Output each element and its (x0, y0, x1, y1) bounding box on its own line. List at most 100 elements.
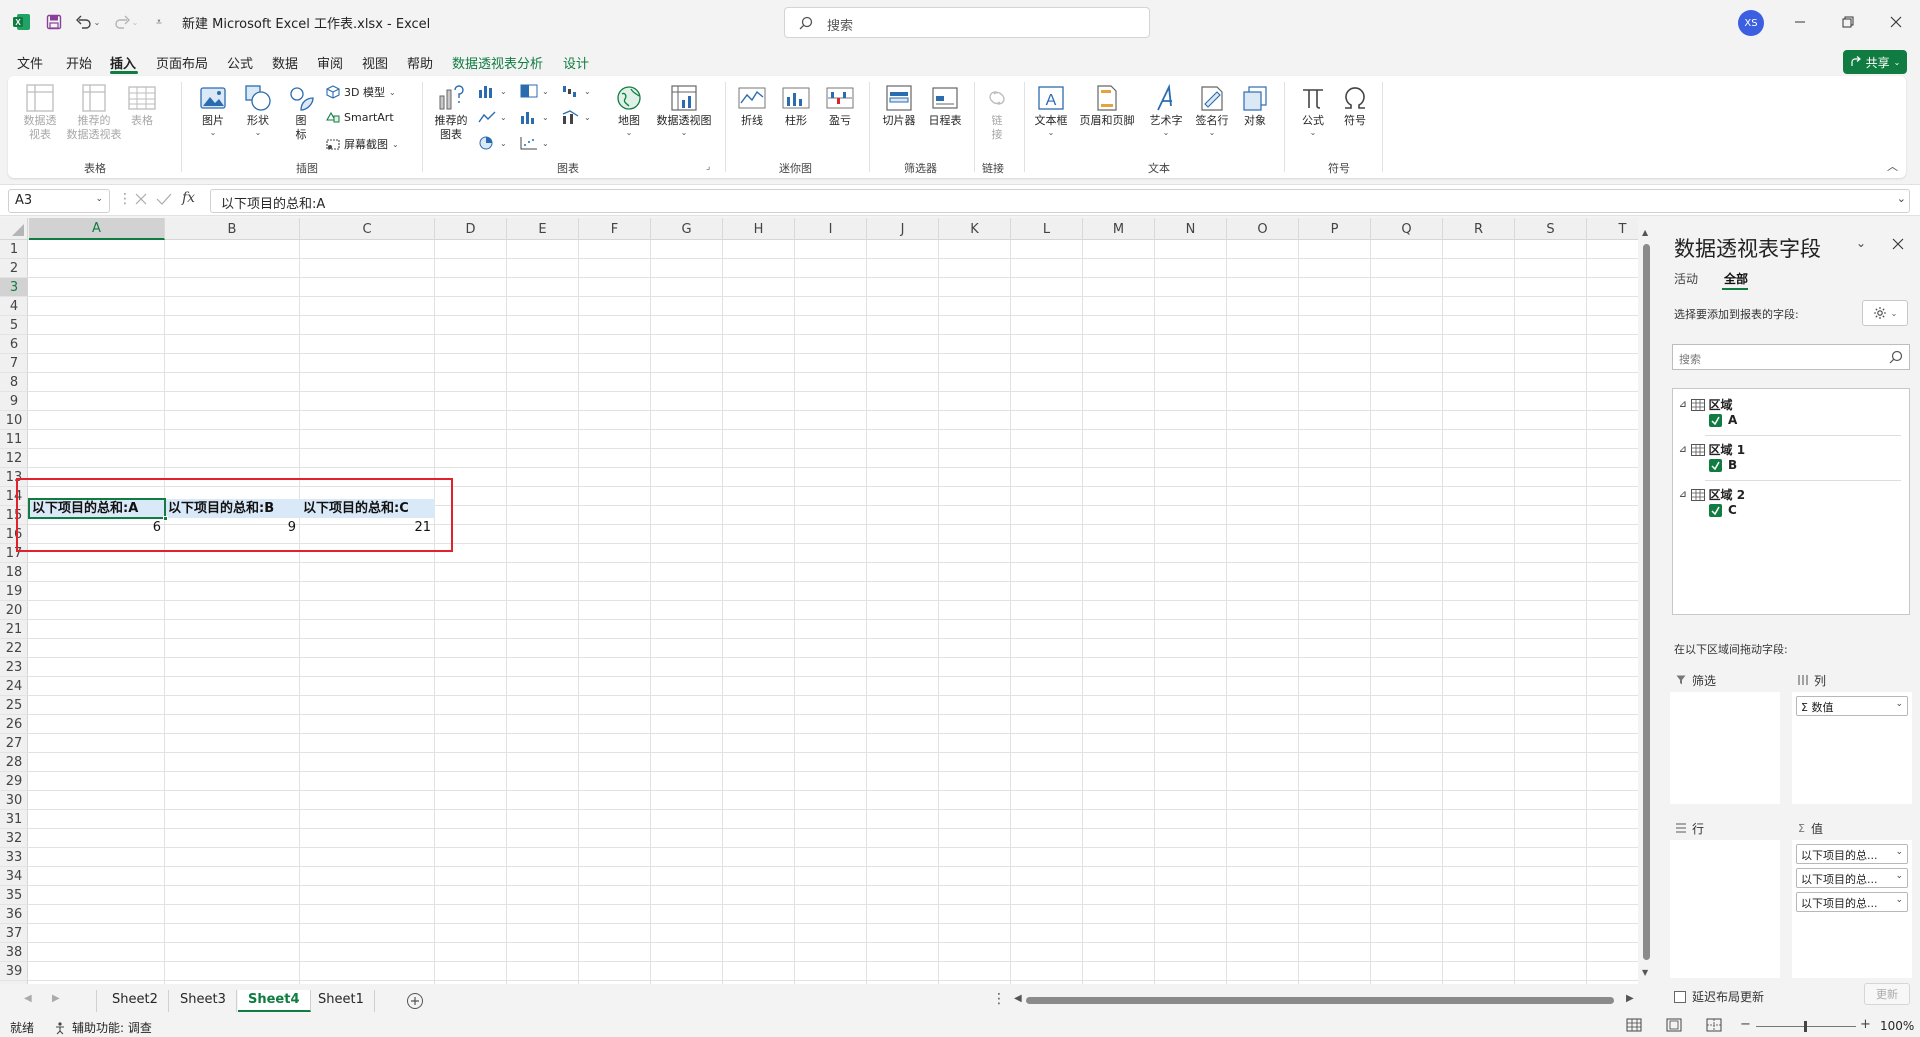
pivot-table-button[interactable]: 数据透 视表 (20, 82, 60, 142)
row-header-1[interactable]: 1 (0, 240, 28, 259)
column-header-k[interactable]: K (939, 218, 1011, 240)
more-options-icon[interactable]: ⋮ (992, 991, 1006, 1007)
row-header-35[interactable]: 35 (0, 886, 28, 905)
vertical-scrollbar[interactable]: ▲ ▼ (1638, 218, 1654, 984)
accessibility-checker[interactable]: 辅助功能: 调查 (54, 1019, 152, 1036)
pie-chart-button[interactable]: ⌄ (478, 136, 507, 150)
column-header-r[interactable]: R (1443, 218, 1515, 240)
dialog-launcher-icon[interactable]: ⌟ (706, 162, 710, 172)
screenshot-button[interactable]: 屏幕截图 ⌄ (326, 136, 399, 152)
row-header-33[interactable]: 33 (0, 848, 28, 867)
checkbox-checked-icon[interactable] (1709, 413, 1722, 427)
prev-sheet-icon[interactable]: ◀ (24, 993, 32, 1004)
row-header-24[interactable]: 24 (0, 677, 28, 696)
row-header-7[interactable]: 7 (0, 354, 28, 373)
redo-icon[interactable] (112, 12, 132, 32)
sheet-tab-sheet1[interactable]: Sheet1 (308, 990, 375, 1012)
sparkline-column-button[interactable]: 柱形 (778, 82, 814, 128)
field-group-region-1[interactable]: ⊿ 区域 1 (1679, 441, 1745, 458)
add-sheet-icon[interactable] (406, 992, 424, 1010)
column-header-n[interactable]: N (1155, 218, 1227, 240)
column-header-t[interactable]: T (1587, 218, 1638, 240)
header-footer-button[interactable]: 页眉和页脚 (1076, 82, 1138, 128)
column-header-q[interactable]: Q (1371, 218, 1443, 240)
defer-layout-update[interactable]: 延迟布局更新 (1674, 988, 1764, 1005)
worksheet-grid[interactable]: ABCDEFGHIJKLMNOPQRST 1 2 3 4 5 6 7 8 9 10 11 12 13 14… (0, 218, 1638, 984)
horizontal-scroll-thumb[interactable] (1026, 997, 1614, 1004)
recommended-pivot-button[interactable]: 推荐的 数据透视表 (66, 82, 122, 142)
expand-formula-icon[interactable]: ⌄ (1897, 192, 1906, 205)
next-sheet-icon[interactable]: ▶ (52, 993, 60, 1004)
field-layout-button[interactable]: ⌄ (1862, 300, 1908, 326)
row-header-29[interactable]: 29 (0, 772, 28, 791)
column-header-b[interactable]: B (165, 218, 300, 240)
values-item-a[interactable]: 以下项目的总... ⌄ (1796, 844, 1908, 864)
formula-input[interactable]: 以下项目的总和:A (210, 189, 1910, 213)
row-header-28[interactable]: 28 (0, 753, 28, 772)
row-header-5[interactable]: 5 (0, 316, 28, 335)
tab-data[interactable]: 数据 (272, 53, 298, 72)
tab-insert[interactable]: 插入 (110, 53, 136, 72)
share-button[interactable]: 共享 ⌄ (1843, 50, 1907, 74)
row-header-6[interactable]: 6 (0, 335, 28, 354)
scroll-right-icon[interactable]: ▶ (1626, 993, 1634, 1004)
column-header-m[interactable]: M (1083, 218, 1155, 240)
normal-view-icon[interactable] (1626, 1018, 1642, 1032)
row-header-26[interactable]: 26 (0, 715, 28, 734)
tab-help[interactable]: 帮助 (407, 53, 433, 72)
waterfall-chart-button[interactable]: ⌄ (562, 84, 591, 98)
row-header-31[interactable]: 31 (0, 810, 28, 829)
symbol-button[interactable]: 符号 (1338, 82, 1372, 128)
tab-design[interactable]: 设计 (563, 53, 589, 72)
filters-area[interactable]: 筛选 (1670, 670, 1780, 804)
column-header-e[interactable]: E (507, 218, 579, 240)
page-layout-view-icon[interactable] (1666, 1018, 1682, 1032)
pivot-tab-active-fields[interactable]: 活动 (1674, 270, 1698, 287)
insert-function-icon[interactable]: fx (182, 190, 195, 206)
line-chart-button[interactable]: ⌄ (478, 110, 507, 124)
textbox-button[interactable]: A 文本框 ⌄ (1032, 82, 1070, 137)
column-header-a[interactable]: A (29, 218, 165, 240)
tab-file[interactable]: 文件 (17, 53, 43, 72)
field-search-input[interactable]: 搜索 (1672, 344, 1910, 370)
tab-page-layout[interactable]: 页面布局 (156, 53, 208, 72)
column-header-i[interactable]: I (795, 218, 867, 240)
zoom-in-icon[interactable]: + (1860, 1017, 1871, 1032)
signature-line-button[interactable]: 签名行 ⌄ (1192, 82, 1232, 137)
row-header-19[interactable]: 19 (0, 582, 28, 601)
redo-dropdown-icon[interactable]: ⌄ (130, 12, 140, 32)
row-header-37[interactable]: 37 (0, 924, 28, 943)
row-header-30[interactable]: 30 (0, 791, 28, 810)
row-header-23[interactable]: 23 (0, 658, 28, 677)
rows-drop-zone[interactable] (1670, 840, 1780, 978)
collapse-icon[interactable]: ⊿ (1679, 400, 1687, 410)
customize-qat-icon[interactable]: ⩡ (152, 12, 166, 32)
update-button[interactable]: 更新 (1864, 983, 1910, 1005)
row-header-21[interactable]: 21 (0, 620, 28, 639)
sheet-tab-sheet2[interactable]: Sheet2 (102, 990, 169, 1012)
shapes-button[interactable]: 形状 ⌄ (238, 82, 278, 137)
columns-area[interactable]: 列 Σ 数值 ⌄ (1792, 670, 1912, 804)
row-header-25[interactable]: 25 (0, 696, 28, 715)
column-header-o[interactable]: O (1227, 218, 1299, 240)
zoom-out-icon[interactable]: − (1740, 1017, 1751, 1032)
name-box[interactable]: A3 ⌄ (8, 189, 110, 213)
values-area[interactable]: Σ 值 以下项目的总... ⌄ 以下项目的总... ⌄ 以下项目的总... ⌄ (1792, 818, 1912, 978)
row-header-18[interactable]: 18 (0, 563, 28, 582)
pivot-chart-button[interactable]: 数据透视图 ⌄ (652, 82, 716, 137)
collapse-icon[interactable]: ⊿ (1679, 490, 1687, 500)
field-group-region[interactable]: ⊿ 区域 (1679, 396, 1733, 413)
row-header-10[interactable]: 10 (0, 411, 28, 430)
scroll-down-icon[interactable]: ▼ (1642, 968, 1648, 977)
column-header-h[interactable]: H (723, 218, 795, 240)
3d-model-button[interactable]: 3D 模型 ⌄ (326, 84, 396, 100)
row-header-39[interactable]: 39 (0, 962, 28, 981)
scatter-chart-button[interactable]: ⌄ (520, 136, 549, 150)
slicer-button[interactable]: 切片器 (878, 82, 920, 128)
close-pane-icon[interactable] (1892, 238, 1904, 250)
timeline-button[interactable]: 日程表 (924, 82, 966, 128)
column-header-j[interactable]: J (867, 218, 939, 240)
row-header-27[interactable]: 27 (0, 734, 28, 753)
row-header-32[interactable]: 32 (0, 829, 28, 848)
row-header-4[interactable]: 4 (0, 297, 28, 316)
